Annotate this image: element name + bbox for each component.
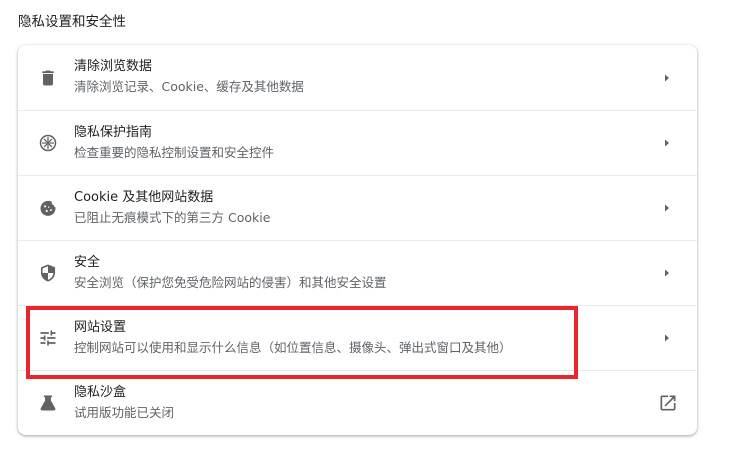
chevron-right-icon <box>659 330 675 346</box>
row-label: 隐私沙盒 <box>74 385 127 400</box>
chevron-right-icon <box>659 70 675 86</box>
security-row[interactable]: 安全 安全浏览（保护您免受危险网站的侵害）和其他安全设置 <box>18 240 697 305</box>
privacy-guide-row[interactable]: 隐私保护指南 检查重要的隐私控制设置和安全控件 <box>18 110 697 175</box>
clear-browsing-data-row[interactable]: 清除浏览数据 清除浏览记录、Cookie、缓存及其他数据 <box>18 45 697 110</box>
row-sublabel: 清除浏览记录、Cookie、缓存及其他数据 <box>74 79 304 94</box>
privacy-security-card: 清除浏览数据 清除浏览记录、Cookie、缓存及其他数据 隐私保护指南 检查重要… <box>18 45 697 435</box>
flask-icon <box>37 392 59 414</box>
row-label: 隐私保护指南 <box>74 125 153 140</box>
row-label: 网站设置 <box>74 320 127 335</box>
row-sublabel: 试用版功能已关闭 <box>74 405 175 420</box>
row-label: 安全 <box>74 255 101 270</box>
section-title: 隐私设置和安全性 <box>18 14 126 30</box>
row-label: 清除浏览数据 <box>74 59 153 74</box>
row-label: Cookie 及其他网站数据 <box>74 190 214 205</box>
open-in-new-icon[interactable] <box>658 393 678 413</box>
chevron-right-icon <box>659 265 675 281</box>
tune-icon <box>37 327 59 349</box>
cookies-site-data-row[interactable]: Cookie 及其他网站数据 已阻止无痕模式下的第三方 Cookie <box>18 175 697 240</box>
privacy-guide-icon <box>37 132 59 154</box>
row-sublabel: 安全浏览（保护您免受危险网站的侵害）和其他安全设置 <box>74 275 387 290</box>
chevron-right-icon <box>659 135 675 151</box>
row-sublabel: 已阻止无痕模式下的第三方 Cookie <box>74 210 271 225</box>
site-settings-row[interactable]: 网站设置 控制网站可以使用和显示什么信息（如位置信息、摄像头、弹出式窗口及其他） <box>18 305 697 370</box>
row-sublabel: 控制网站可以使用和显示什么信息（如位置信息、摄像头、弹出式窗口及其他） <box>74 340 512 355</box>
row-sublabel: 检查重要的隐私控制设置和安全控件 <box>74 145 275 160</box>
cookie-icon <box>37 197 59 219</box>
privacy-sandbox-row[interactable]: 隐私沙盒 试用版功能已关闭 <box>18 370 697 435</box>
trash-icon <box>37 67 59 89</box>
chevron-right-icon <box>659 200 675 216</box>
shield-icon <box>37 262 59 284</box>
